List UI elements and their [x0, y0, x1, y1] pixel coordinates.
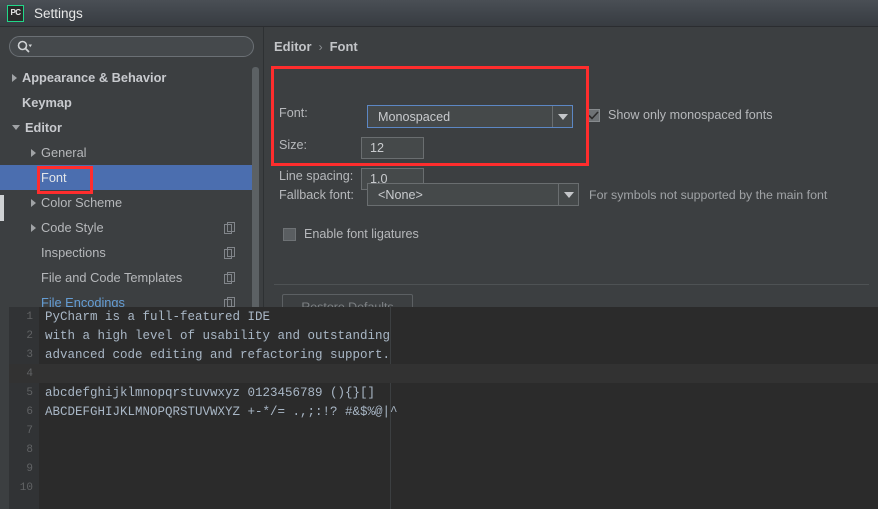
copy-settings-icon[interactable] — [224, 221, 236, 234]
fallback-font-hint: For symbols not supported by the main fo… — [589, 188, 828, 202]
pycharm-logo-icon: PC — [7, 4, 24, 22]
settings-dialog: PC Settings Appearance & Behavior Keymap E… — [0, 0, 878, 509]
fallback-font-value: <None> — [378, 187, 423, 202]
sidebar-item-label: Color Scheme — [41, 195, 123, 210]
app-icon-label: PC — [10, 8, 21, 17]
font-ligatures-checkbox-row[interactable]: Enable font ligatures — [283, 227, 419, 241]
title-bar: PC Settings — [0, 0, 878, 27]
window-title: Settings — [34, 5, 83, 21]
font-size-input[interactable]: 12 — [361, 137, 424, 159]
breadcrumb-current: Font — [329, 39, 358, 54]
chevron-right-icon[interactable] — [31, 223, 36, 232]
preview-code-area: 1 PyCharm is a full-featured IDE 2 with a h… — [9, 307, 878, 509]
show-monospaced-label: Show only monospaced fonts — [608, 108, 773, 122]
font-family-combobox[interactable]: Monospaced — [367, 105, 573, 128]
preview-code-line: 3 advanced code editing and refactoring s… — [9, 345, 878, 364]
fallback-font-row: Fallback font: — [279, 188, 365, 202]
font-row: Font: — [279, 106, 349, 120]
font-label: Font: — [279, 106, 308, 120]
sidebar-item-label: General — [41, 145, 87, 160]
font-ligatures-label: Enable font ligatures — [304, 227, 419, 241]
line-spacing-label: Line spacing: — [279, 169, 354, 183]
sidebar-item-editor[interactable]: Editor — [0, 115, 252, 140]
preview-code-line: 10 — [9, 478, 878, 497]
chevron-down-icon — [563, 191, 574, 198]
line-number: 5 — [26, 386, 33, 399]
fallback-font-dropdown-button[interactable] — [558, 184, 578, 205]
font-size-value: 12 — [370, 141, 385, 155]
section-divider — [274, 284, 869, 285]
line-text: advanced code editing and refactoring su… — [45, 347, 391, 362]
preview-code-line: 9 — [9, 459, 878, 478]
chevron-down-icon — [557, 113, 568, 120]
sidebar-item-file-and-code-templates[interactable]: File and Code Templates — [0, 265, 252, 290]
search-icon — [17, 40, 32, 53]
line-number: 8 — [26, 443, 33, 456]
sidebar-item-color-scheme[interactable]: Color Scheme — [0, 190, 252, 215]
chevron-right-icon[interactable] — [31, 148, 36, 157]
preview-code-line: 4 — [9, 364, 878, 383]
sidebar-item-general[interactable]: General — [0, 140, 252, 165]
font-ligatures-checkbox[interactable] — [283, 227, 296, 241]
preview-code-line: 2 with a high level of usability and outs… — [9, 326, 878, 345]
sidebar-item-keymap[interactable]: Keymap — [0, 90, 252, 115]
breadcrumb-root[interactable]: Editor — [274, 39, 312, 54]
preview-code-line: 6 ABCDEFGHIJKLMNOPQRSTUVWXYZ +-*/= .,;:!?… — [9, 402, 878, 421]
line-text: ABCDEFGHIJKLMNOPQRSTUVWXYZ +-*/= .,;:!? … — [45, 404, 398, 419]
copy-settings-icon[interactable] — [224, 271, 236, 284]
fallback-font-label: Fallback font: — [279, 188, 354, 202]
breadcrumb-separator-icon: › — [318, 39, 323, 54]
show-monospaced-checkbox[interactable] — [587, 108, 600, 122]
font-family-dropdown-button[interactable] — [552, 106, 572, 127]
check-icon — [588, 110, 599, 120]
chevron-down-icon[interactable] — [12, 125, 20, 130]
sidebar-item-inspections[interactable]: Inspections — [0, 240, 252, 265]
line-number: 3 — [26, 348, 33, 361]
sidebar-item-font[interactable]: Font — [0, 165, 252, 190]
selection-edge-marker — [0, 195, 4, 221]
line-number: 10 — [19, 481, 33, 494]
font-preview-editor[interactable]: 1 PyCharm is a full-featured IDE 2 with a h… — [9, 307, 878, 509]
sidebar-item-label: Inspections — [41, 245, 106, 260]
sidebar-item-label: File and Code Templates — [41, 270, 183, 285]
preview-code-line: 5 abcdefghijklmnopqrstuvwxyz 0123456789 (… — [9, 383, 878, 402]
size-label: Size: — [279, 138, 307, 152]
line-number: 2 — [26, 329, 33, 342]
sidebar-item-label: Appearance & Behavior — [22, 70, 167, 85]
search-box[interactable] — [9, 36, 254, 57]
font-family-value: Monospaced — [378, 109, 451, 124]
sidebar-item-code-style[interactable]: Code Style — [0, 215, 252, 240]
show-monospaced-checkbox-row[interactable]: Show only monospaced fonts — [587, 108, 773, 122]
copy-settings-icon[interactable] — [224, 246, 236, 259]
breadcrumb: Editor › Font — [274, 39, 358, 54]
chevron-right-icon[interactable] — [12, 73, 17, 82]
preview-code-line: 7 — [9, 421, 878, 440]
line-number: 1 — [26, 310, 33, 323]
sidebar-item-label: Editor — [25, 120, 62, 135]
search-field-wrapper — [9, 36, 254, 57]
line-spacing-row: Line spacing: — [279, 169, 365, 183]
sidebar-item-appearance-behavior[interactable]: Appearance & Behavior — [0, 65, 252, 90]
preview-code-line: 8 — [9, 440, 878, 459]
chevron-right-icon[interactable] — [31, 198, 36, 207]
sidebar-item-label: Code Style — [41, 220, 104, 235]
line-number: 9 — [26, 462, 33, 475]
line-text: PyCharm is a full-featured IDE — [45, 309, 271, 324]
size-row: Size: — [279, 138, 349, 152]
line-number: 7 — [26, 424, 33, 437]
preview-code-line: 1 PyCharm is a full-featured IDE — [9, 307, 878, 326]
line-text: abcdefghijklmnopqrstuvwxyz 0123456789 ()… — [45, 385, 376, 400]
line-number: 6 — [26, 405, 33, 418]
line-text: with a high level of usability and outst… — [45, 328, 391, 343]
sidebar-item-label: Keymap — [22, 95, 72, 110]
search-input[interactable] — [32, 39, 253, 54]
fallback-font-combobox[interactable]: <None> — [367, 183, 579, 206]
line-number: 4 — [26, 367, 33, 380]
sidebar-item-label: Font — [41, 170, 67, 185]
